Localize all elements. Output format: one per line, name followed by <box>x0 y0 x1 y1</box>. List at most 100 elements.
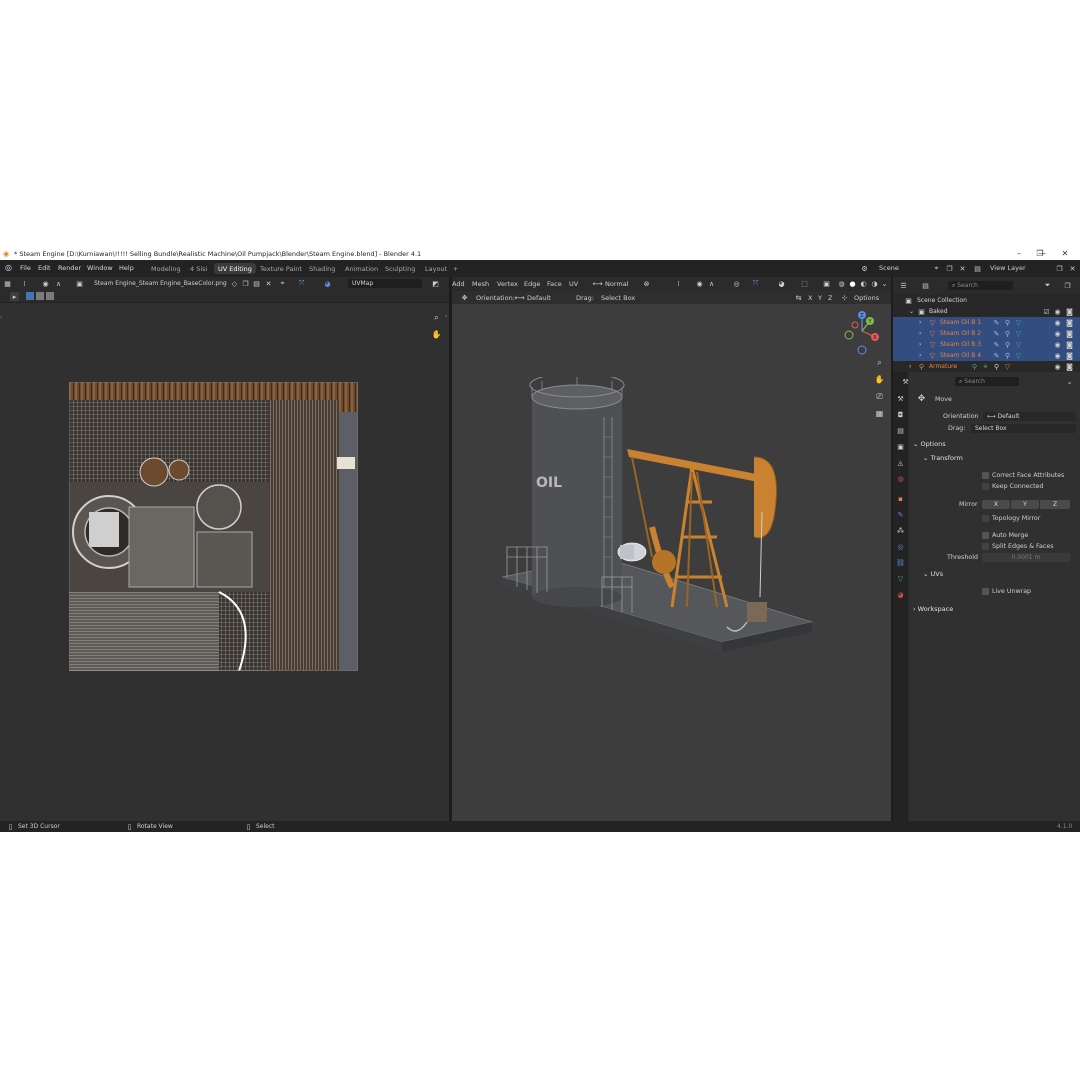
zoom-icon[interactable]: ⌕ <box>875 358 884 367</box>
image-icon[interactable]: ▣ <box>75 279 84 288</box>
properties-editor-icon[interactable]: ⚒ <box>901 377 910 386</box>
output-tab-icon[interactable]: ▤ <box>896 426 905 435</box>
display-channels-icon[interactable]: ◩ <box>431 279 440 288</box>
xray-icon[interactable]: ▣ <box>822 279 831 288</box>
menu-face[interactable]: Face <box>547 280 562 288</box>
oil-pumpjack-model[interactable]: OIL <box>492 377 832 677</box>
properties-search[interactable]: ⌕ Search <box>955 377 1019 386</box>
mirror-x-toggle[interactable]: X <box>982 500 1010 509</box>
snap-icon[interactable]: ⁞ <box>674 279 683 288</box>
overlay-icon[interactable]: ◕ <box>777 279 786 288</box>
outliner-row-scene-collection[interactable]: ▣ Scene Collection <box>893 295 1080 306</box>
axis-z-toggle[interactable]: Z <box>828 294 832 302</box>
split-edges-checkbox[interactable] <box>982 543 989 550</box>
camera-icon[interactable]: ◙ <box>1065 351 1074 360</box>
menu-file[interactable]: File <box>20 264 31 272</box>
camera-icon[interactable]: ◙ <box>1065 340 1074 349</box>
axis-x-toggle[interactable]: X <box>808 294 812 302</box>
select-subtract-icon[interactable] <box>46 292 54 300</box>
material-tab-icon[interactable]: ◕ <box>896 590 905 599</box>
tool-tab-icon[interactable]: ⚒ <box>896 394 905 403</box>
maximize-button[interactable]: ❐ <box>1035 249 1045 258</box>
outliner-search[interactable]: ⌕ Search <box>948 281 1013 290</box>
mesh-edit-overlay-icon[interactable]: ⬚ <box>800 279 809 288</box>
drag-dropdown[interactable]: Select Box <box>971 424 1076 433</box>
pin-image-icon[interactable]: ⌖ <box>278 279 287 288</box>
options-panel-header[interactable]: ⌄ Options <box>913 440 1075 450</box>
new-collection-icon[interactable]: ❐ <box>1063 281 1072 290</box>
uv-editor[interactable]: ▦ ⁞ ◉ ∧ ▣ Steam Engine_Steam Engine_Base… <box>0 277 449 821</box>
chevron-right-icon[interactable]: › <box>919 352 921 359</box>
camera-view-icon[interactable]: ⎚ <box>875 392 884 401</box>
menu-mesh[interactable]: Mesh <box>472 280 489 288</box>
menu-edit[interactable]: Edit <box>38 264 51 272</box>
image-name[interactable]: Steam Engine_Steam Engine_BaseColor.png <box>94 280 227 287</box>
correct-face-checkbox[interactable] <box>982 472 989 479</box>
solid-shading-icon[interactable]: ● <box>848 279 857 288</box>
blender-menu-icon[interactable]: ◎ <box>5 263 12 272</box>
threshold-field[interactable]: 0.0001 m <box>982 553 1070 562</box>
checkbox-icon[interactable]: ☑ <box>1042 307 1051 316</box>
workspace-panel-header[interactable]: › Workspace <box>913 605 1075 615</box>
options-menu[interactable]: Options <box>854 294 879 302</box>
camera-icon[interactable]: ◙ <box>1065 307 1074 316</box>
menu-render[interactable]: Render <box>58 264 81 272</box>
sync-selection-icon[interactable]: ⤧ <box>297 279 306 288</box>
world-tab-icon[interactable]: ◍ <box>896 474 905 483</box>
new-scene-icon[interactable]: ❐ <box>945 264 954 273</box>
tab-modeling[interactable]: Modeling <box>147 263 185 274</box>
camera-icon[interactable]: ◙ <box>1065 329 1074 338</box>
material-shading-icon[interactable]: ◐ <box>859 279 868 288</box>
object-tab-icon[interactable]: ▪ <box>896 494 905 503</box>
editor-type-icon[interactable]: ▦ <box>3 279 12 288</box>
view-layer-tab-icon[interactable]: ▣ <box>896 442 905 451</box>
proportional-edit-icon[interactable]: ◉ <box>695 279 704 288</box>
menu-add[interactable]: Add <box>452 280 465 288</box>
chevron-right-icon[interactable]: › <box>919 319 921 326</box>
delete-scene-icon[interactable]: ✕ <box>958 264 967 273</box>
chevron-down-icon[interactable]: ⌄ <box>1065 377 1074 386</box>
properties-editor[interactable]: ⚒ ◘ ▤ ▣ ◬ ◍ ▪ ✎ ⁂ ◎ ⛓ ▽ ◕ ⚒ ⌕ Search ⌄ ✥… <box>893 372 1080 821</box>
particles-tab-icon[interactable]: ⁂ <box>896 526 905 535</box>
3d-viewport[interactable]: Add Mesh Vertex Edge Face UV ⟷ Normal ⊗ … <box>452 277 891 821</box>
add-workspace-button[interactable]: + <box>449 263 462 274</box>
open-image-icon[interactable]: ▤ <box>252 279 261 288</box>
camera-icon[interactable]: ◙ <box>1065 362 1074 371</box>
proportional-icon[interactable]: ∧ <box>54 279 63 288</box>
menu-window[interactable]: Window <box>87 264 113 272</box>
unlink-image-icon[interactable]: ✕ <box>264 279 273 288</box>
eye-icon[interactable]: ◉ <box>1053 340 1062 349</box>
auto-merge-checkbox[interactable] <box>982 532 989 539</box>
visibility-icon[interactable]: ◎ <box>732 279 741 288</box>
outliner-row-baked[interactable]: ⌄ ▣ Baked ☑ ◉ ◙ <box>893 306 1080 317</box>
menu-vertex[interactable]: Vertex <box>497 280 518 288</box>
pan-hand-icon[interactable]: ✋ <box>875 375 885 384</box>
shading-options-icon[interactable]: ⌄ <box>880 279 889 288</box>
chevron-right-icon[interactable]: › <box>919 330 921 337</box>
snap-options-icon[interactable]: ⊹ <box>840 293 849 302</box>
menu-uv[interactable]: UV <box>569 280 578 288</box>
select-extend-icon[interactable] <box>36 292 44 300</box>
perspective-toggle-icon[interactable]: ▦ <box>875 409 884 418</box>
duplicate-image-icon[interactable]: ❐ <box>241 279 250 288</box>
overlay-icon[interactable]: ◕ <box>323 279 332 288</box>
outliner-row-object[interactable]: › ▽ Steam Oil B 3 ✎ ⚲ ▽ ◉ ◙ <box>893 339 1080 350</box>
mirror-y-toggle[interactable]: Y <box>1011 500 1039 509</box>
eye-icon[interactable]: ◉ <box>1053 362 1062 371</box>
select-mode-icon[interactable]: ⁞ <box>20 279 29 288</box>
falloff-icon[interactable]: ∧ <box>707 279 716 288</box>
axis-y-toggle[interactable]: Y <box>818 294 822 302</box>
keep-connected-checkbox[interactable] <box>982 483 989 490</box>
wireframe-shading-icon[interactable]: ◍ <box>837 279 846 288</box>
orientation-select[interactable]: Default <box>527 294 551 302</box>
cursor-tool-icon[interactable]: ▸ <box>10 292 19 301</box>
eye-icon[interactable]: ◉ <box>1053 351 1062 360</box>
chevron-down-icon[interactable]: ⌄ <box>909 308 914 315</box>
outliner-row-object[interactable]: › ▽ Steam Oil B 2 ✎ ⚲ ▽ ◉ ◙ <box>893 328 1080 339</box>
display-mode-icon[interactable]: ▤ <box>921 281 930 290</box>
pivot-icon[interactable]: ◉ <box>41 279 50 288</box>
filter-icon[interactable]: ⏷ <box>1043 281 1052 290</box>
render-tab-icon[interactable]: ◘ <box>896 410 905 419</box>
tab-uv-editing[interactable]: UV Editing <box>214 263 256 274</box>
tab-texture-paint[interactable]: Texture Paint <box>256 263 306 274</box>
